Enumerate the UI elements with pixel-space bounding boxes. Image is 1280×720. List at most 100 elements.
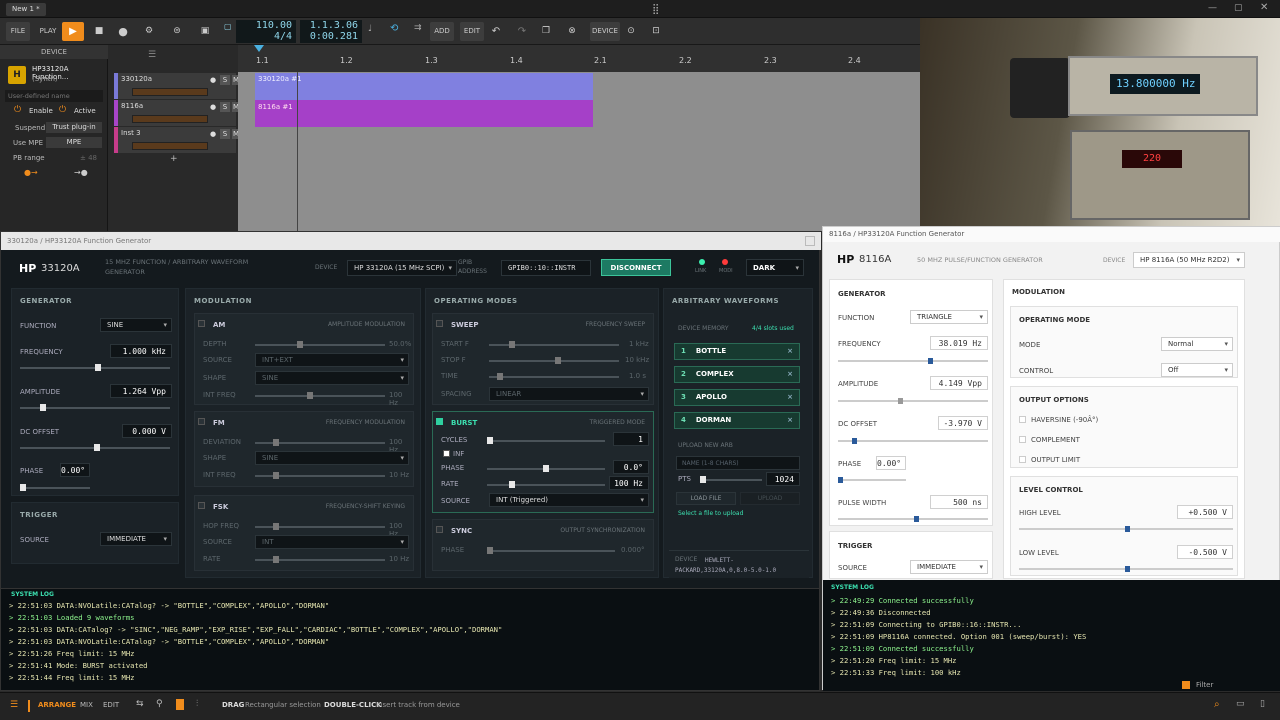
fm-checkbox[interactable] (198, 418, 205, 425)
offset-slider[interactable] (20, 444, 170, 451)
sweep-spacing-select[interactable]: LINEAR (489, 387, 649, 401)
volume-meter[interactable] (132, 115, 208, 123)
am-source-select[interactable]: INT+EXT (255, 353, 409, 367)
timeline-ruler[interactable]: 1.1 1.2 1.3 1.4 2.1 2.2 2.3 2.4 (238, 45, 920, 72)
redo-icon[interactable]: ↷ (514, 22, 530, 41)
frequency-slider[interactable] (20, 364, 170, 371)
burst-checkbox[interactable] (436, 418, 443, 425)
am-depth-slider[interactable] (255, 341, 385, 348)
add-track-icon[interactable]: + (170, 154, 178, 164)
grid-icon[interactable]: ⣿ (652, 4, 659, 15)
slider-knob[interactable] (543, 465, 549, 472)
offset-slider[interactable] (838, 438, 988, 444)
mixer-icon[interactable]: ⫶ (196, 699, 198, 709)
low-level-slider[interactable] (1019, 566, 1233, 572)
filter-label[interactable]: Filter (1196, 681, 1213, 689)
remove-icon[interactable]: × (787, 390, 793, 405)
haversine-checkbox[interactable] (1019, 416, 1026, 423)
trigger-source-select[interactable]: IMMEDIATE (910, 560, 988, 574)
burst-rate-input[interactable]: 100 Hz (609, 476, 649, 490)
slider-knob[interactable] (1125, 526, 1130, 532)
function-select[interactable]: SINE (100, 318, 172, 332)
slider-knob[interactable] (297, 341, 303, 348)
delete-icon[interactable]: ⊗ (564, 22, 580, 41)
burst-source-select[interactable]: INT (Triggered) (489, 493, 649, 507)
slider-knob[interactable] (898, 398, 903, 404)
panel-icon[interactable] (176, 699, 184, 710)
search-icon[interactable]: ⌕ (1214, 699, 1220, 710)
slider-knob[interactable] (509, 341, 515, 348)
remove-icon[interactable]: × (787, 413, 793, 428)
user-name-input[interactable]: User-defined name (5, 90, 103, 102)
am-freq-slider[interactable] (255, 392, 385, 399)
slider-knob[interactable] (273, 439, 279, 446)
offset-input[interactable]: -3.970 V (938, 416, 988, 430)
track-menu-icon[interactable]: ☰ (148, 50, 156, 60)
copy-icon[interactable]: ❐ (538, 22, 554, 41)
tool-icon[interactable]: ⇆ (136, 699, 144, 709)
play-label-button[interactable]: PLAY (36, 22, 60, 41)
tempo-display[interactable]: 110.00 4/4 (236, 20, 296, 43)
disconnect-button[interactable]: DISCONNECT (601, 259, 671, 276)
position-display[interactable]: 1.1.3.06 0:00.281 (300, 20, 362, 43)
fsk-source-select[interactable]: INT (255, 535, 409, 549)
window-close-icon[interactable] (805, 236, 815, 246)
edit-button[interactable]: EDIT (460, 22, 484, 41)
fill-icon[interactable]: ⇉ (414, 23, 422, 33)
frequency-input[interactable]: 38.019 Hz (930, 336, 988, 350)
am-shape-select[interactable]: SINE (255, 371, 409, 385)
punch-icon[interactable]: ♩ (368, 24, 372, 34)
pb-range-value[interactable]: ± 48 (80, 154, 97, 162)
high-level-slider[interactable] (1019, 526, 1233, 532)
stop-icon[interactable]: ■ (90, 22, 108, 41)
sweep-time-slider[interactable] (489, 373, 619, 380)
edit-tab[interactable]: EDIT (103, 701, 119, 709)
slider-knob[interactable] (307, 392, 313, 399)
filter-icon[interactable] (1182, 681, 1190, 689)
slider-knob[interactable] (555, 357, 561, 364)
slider-knob[interactable] (487, 547, 493, 554)
output-limit-checkbox[interactable] (1019, 456, 1026, 463)
enable-icon[interactable]: ⏻ (14, 105, 21, 115)
track-header[interactable]: Inst 3 ● S M (114, 127, 240, 153)
pts-input[interactable]: 1024 (766, 472, 800, 486)
fm-freq-slider[interactable] (255, 472, 385, 479)
sweep-stop-slider[interactable] (489, 357, 619, 364)
slider-knob[interactable] (40, 404, 46, 411)
pulse-width-input[interactable]: 500 ns (930, 495, 988, 509)
automation-icon[interactable]: ⚙ (140, 22, 158, 41)
settings-icon[interactable]: ⊙ (624, 22, 638, 41)
slider-knob[interactable] (273, 523, 279, 530)
playhead[interactable] (297, 72, 298, 231)
amplitude-slider[interactable] (20, 404, 170, 411)
project-tab[interactable]: New 1 * (6, 3, 46, 16)
slider-knob[interactable] (95, 364, 101, 371)
amplitude-input[interactable]: 4.149 Vpp (930, 376, 988, 390)
frequency-input[interactable]: 1.000 kHz (110, 344, 172, 358)
high-level-input[interactable]: +0.500 V (1177, 505, 1233, 519)
loop-icon[interactable]: ⟲ (390, 23, 398, 34)
mix-tab[interactable]: MIX (80, 701, 93, 709)
sync-phase-slider[interactable] (487, 547, 615, 554)
phase-input[interactable]: 0.00° (876, 456, 906, 470)
slider-knob[interactable] (914, 516, 919, 522)
mode-select[interactable]: Normal (1161, 337, 1233, 351)
burst-phase-input[interactable]: 0.0° (613, 460, 649, 474)
mpe-toggle[interactable]: MPE (46, 137, 102, 148)
arrangement-area[interactable]: 330120a #1 8116a #1 (238, 45, 920, 231)
layout-icon[interactable]: ⊡ (648, 22, 664, 41)
metronome-icon[interactable]: ▣ (196, 22, 214, 41)
track-header[interactable]: 8116a ● S M (114, 100, 240, 126)
fsk-checkbox[interactable] (198, 502, 205, 509)
device-select[interactable]: HP 33120A (15 MHz SCPI) (347, 260, 457, 276)
arb-slot[interactable]: 1 BOTTLE × (674, 343, 800, 360)
fm-dev-slider[interactable] (255, 439, 385, 446)
arb-slot[interactable]: 4 DORMAN × (674, 412, 800, 429)
play-icon[interactable]: ▶ (62, 22, 84, 41)
add-button[interactable]: ADD (430, 22, 454, 41)
burst-phase-slider[interactable] (487, 465, 605, 472)
note-out-icon[interactable]: →● (74, 168, 88, 177)
record-arm-icon[interactable]: ● (208, 75, 218, 85)
arb-slot[interactable]: 3 APOLLO × (674, 389, 800, 406)
phase-input[interactable]: 0.00° (60, 463, 90, 477)
